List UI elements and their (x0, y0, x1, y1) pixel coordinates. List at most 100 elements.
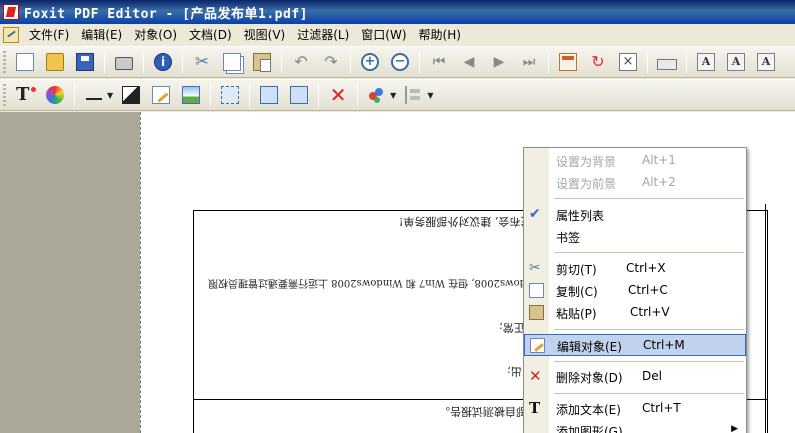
menu-item-label: 编辑对象(E) (557, 340, 622, 354)
chevron-down-icon[interactable]: ▼ (390, 91, 396, 100)
select-object-button[interactable] (217, 82, 243, 108)
last-page-button[interactable]: ⏭ (516, 49, 542, 75)
checkmark-icon: ✔ (529, 206, 541, 222)
menu-view[interactable]: 视图(V) (238, 25, 292, 45)
color-icon (46, 86, 64, 104)
add-image-icon (182, 86, 201, 104)
menu-help[interactable]: 帮助(H) (413, 25, 467, 45)
document-text-line[interactable]: 正常; (499, 320, 525, 336)
open-file-button[interactable] (42, 49, 68, 75)
delete-page-button[interactable]: × (615, 49, 641, 75)
menu-item-properties[interactable]: ✔ 属性列表 (524, 204, 746, 226)
menu-item-label: 添加文本(E) (556, 403, 621, 417)
menu-item-label: 书签 (556, 231, 581, 245)
next-page-button[interactable]: ▶ (486, 49, 512, 75)
toolbar-separator (74, 84, 75, 106)
rotate-page-button[interactable]: ↻ (585, 49, 611, 75)
menu-item-shortcut: Ctrl+T (642, 401, 681, 415)
cut-button[interactable]: ✂ (189, 49, 215, 75)
object-toolbar: T ▼ ✕ ▼ ▼ (0, 79, 795, 111)
undo-button[interactable]: ↶ (288, 49, 314, 75)
menu-window[interactable]: 窗口(W) (355, 25, 412, 45)
align-objects-button[interactable] (256, 82, 282, 108)
menu-item-label: 剪切(T) (556, 263, 597, 277)
document-text-line[interactable]: 盛发布会, 建议对外部服务单! (399, 214, 542, 230)
align-button[interactable] (401, 82, 427, 108)
zoom-out-button[interactable]: − (387, 49, 413, 75)
cut-icon: ✂ (194, 52, 210, 72)
menu-bar: 文件(F) 编辑(E) 对象(O) 文档(D) 视图(V) 过滤器(L) 窗口(… (0, 24, 795, 46)
page-properties-button[interactable] (555, 49, 581, 75)
menu-item-delete-object[interactable]: ✕ 删除对象(D) Del (524, 366, 746, 388)
menu-item-edit-object[interactable]: 编辑对象(E) Ctrl+M (524, 334, 746, 356)
chevron-down-icon[interactable]: ▼ (427, 91, 433, 100)
text-spacing-button[interactable]: A (723, 49, 749, 75)
new-file-button[interactable] (12, 49, 38, 75)
menu-item-bookmarks[interactable]: 书签 (524, 226, 746, 248)
toolbar-separator (357, 84, 359, 106)
paste-icon (529, 305, 544, 320)
paste-button[interactable] (249, 49, 275, 75)
line-style-icon (86, 98, 102, 100)
menu-object[interactable]: 对象(O) (128, 25, 183, 45)
document-menu-icon[interactable] (3, 27, 19, 43)
menu-item-add-shape[interactable]: 添加图形(G) ▶ (524, 420, 746, 433)
keyboard-button[interactable] (654, 49, 680, 75)
toolbar-separator (210, 84, 212, 106)
zoom-in-button[interactable]: + (357, 49, 383, 75)
add-image-button[interactable] (178, 82, 204, 108)
window-title: Foxit PDF Editor - [产品发布单1.pdf] (24, 6, 308, 22)
chevron-down-icon[interactable]: ▼ (107, 91, 113, 100)
redo-button[interactable]: ↷ (318, 49, 344, 75)
menu-separator (554, 329, 744, 330)
fill-button[interactable] (118, 82, 144, 108)
menu-item-copy[interactable]: 复制(C) Ctrl+C (524, 280, 746, 302)
info-icon: i (154, 53, 172, 71)
text-scale-button[interactable]: A (753, 49, 779, 75)
toolbar-separator (182, 51, 183, 73)
menu-item-set-foreground[interactable]: 设置为前景 Alt+2 (524, 172, 746, 194)
menu-document[interactable]: 文档(D) (183, 25, 238, 45)
toolbar-separator (647, 51, 648, 73)
document-text-line[interactable]: 7、Windows2008, 但在 Win7 和 Windows2008 上运行… (208, 277, 562, 292)
edit-object-tool-button[interactable] (148, 82, 174, 108)
info-button[interactable]: i (150, 49, 176, 75)
menu-item-cut[interactable]: ✂ 剪切(T) Ctrl+X (524, 258, 746, 280)
save-button[interactable] (72, 49, 98, 75)
line-style-button[interactable] (81, 82, 107, 108)
distribute-button[interactable] (286, 82, 312, 108)
toolbar-grip[interactable] (3, 51, 6, 73)
toolbar-separator (419, 51, 420, 73)
new-file-icon (16, 53, 34, 71)
menu-item-paste[interactable]: 粘贴(P) Ctrl+V (524, 302, 746, 324)
copy-icon (529, 283, 544, 298)
delete-object-tool-button[interactable]: ✕ (325, 82, 351, 108)
group-button[interactable] (364, 82, 390, 108)
menu-item-add-text[interactable]: T 添加文本(E) Ctrl+T (524, 398, 746, 420)
foxit-app-icon[interactable] (3, 4, 19, 20)
menu-file[interactable]: 文件(F) (23, 25, 75, 45)
prev-page-button[interactable]: ◀ (456, 49, 482, 75)
delete-object-icon: ✕ (529, 367, 542, 385)
print-button[interactable] (111, 49, 137, 75)
text-size-button[interactable]: A (693, 49, 719, 75)
title-bar: Foxit PDF Editor - [产品发布单1.pdf] (0, 0, 795, 24)
color-button[interactable] (42, 82, 68, 108)
add-text-icon: T (529, 399, 541, 417)
menu-filter[interactable]: 过滤器(L) (291, 25, 355, 45)
undo-icon: ↶ (294, 52, 308, 71)
menu-item-label: 设置为背景 (556, 155, 617, 169)
menu-item-shortcut: Alt+2 (642, 175, 676, 189)
redo-icon: ↷ (324, 52, 338, 71)
edit-object-icon (152, 86, 171, 104)
next-page-icon: ▶ (493, 54, 505, 70)
first-page-button[interactable]: ⏮ (426, 49, 452, 75)
distribute-icon (290, 86, 309, 104)
add-text-tool-button[interactable]: T (12, 82, 38, 108)
last-page-icon: ⏭ (522, 54, 536, 70)
menu-item-set-background[interactable]: 设置为背景 Alt+1 (524, 150, 746, 172)
menu-edit[interactable]: 编辑(E) (75, 25, 128, 45)
document-text-line[interactable]: 出; (507, 364, 522, 380)
toolbar-grip[interactable] (3, 84, 6, 106)
copy-button[interactable] (219, 49, 245, 75)
